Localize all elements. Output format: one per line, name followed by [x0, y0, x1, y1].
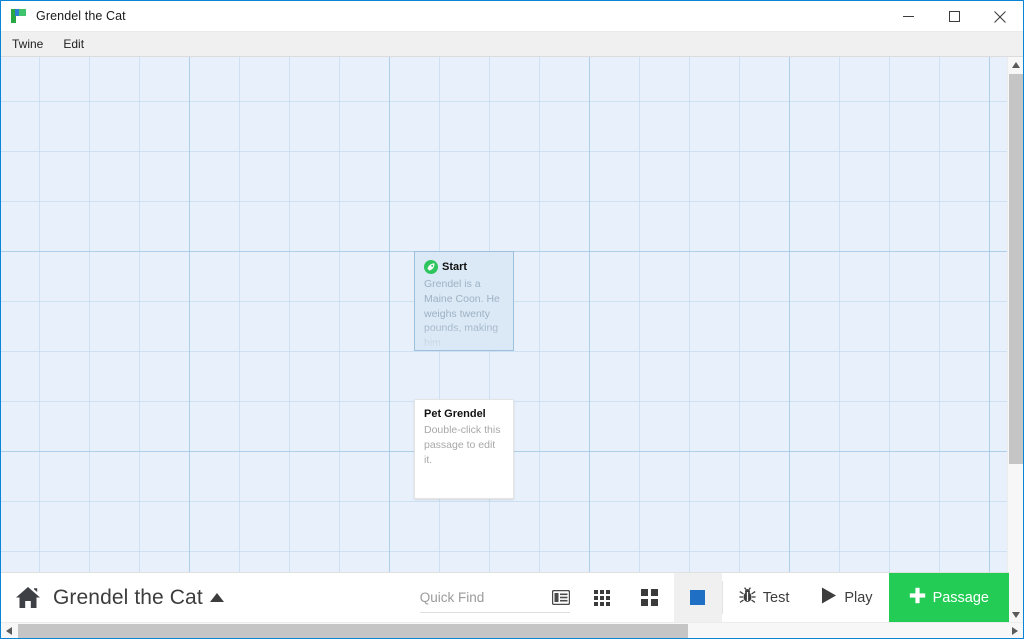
passage-excerpt: Grendel is a Maine Coon. He weighs twent… — [424, 278, 500, 350]
passage-header: Pet Grendel — [424, 408, 504, 420]
horizontal-scrollbar[interactable] — [1, 622, 1023, 638]
close-button[interactable] — [977, 1, 1023, 32]
scroll-left-icon[interactable] — [1, 623, 17, 638]
home-icon[interactable] — [15, 586, 41, 609]
passage-header: Start — [424, 260, 504, 274]
grid-3x3-icon — [593, 589, 610, 606]
menu-bar: Twine Edit — [1, 32, 1023, 57]
zoom-medium-icon[interactable] — [626, 573, 674, 622]
quick-find-group — [419, 583, 570, 613]
zoom-small-icon[interactable] — [578, 573, 626, 622]
story-title-text: Grendel the Cat — [53, 585, 203, 609]
square-solid-icon — [690, 590, 706, 605]
caret-up-icon — [209, 593, 224, 603]
bug-icon — [739, 587, 756, 608]
add-passage-button[interactable]: Passage — [888, 573, 1009, 622]
vertical-scroll-thumb[interactable] — [1009, 74, 1023, 464]
menu-item-twine[interactable]: Twine — [3, 34, 52, 54]
horizontal-scroll-thumb[interactable] — [18, 624, 688, 638]
story-map-canvas[interactable]: Start Grendel is a Maine Coon. He weighs… — [1, 57, 1009, 576]
passage-title: Pet Grendel — [424, 408, 486, 420]
plus-icon — [909, 587, 926, 608]
add-passage-label: Passage — [932, 589, 989, 606]
play-button[interactable]: Play — [805, 573, 888, 622]
scroll-up-icon[interactable] — [1008, 57, 1023, 73]
play-icon — [821, 587, 837, 608]
play-button-label: Play — [844, 589, 873, 606]
quick-find-input[interactable] — [419, 589, 530, 605]
story-title-menu[interactable]: Grendel the Cat — [53, 586, 224, 610]
zoom-large-icon[interactable] — [673, 573, 722, 622]
test-button-label: Test — [762, 589, 790, 606]
title-bar: Grendel the Cat — [1, 1, 1023, 32]
scroll-down-icon[interactable] — [1008, 607, 1023, 623]
passage-card-start[interactable]: Start Grendel is a Maine Coon. He weighs… — [414, 251, 514, 351]
story-details-icon[interactable] — [551, 589, 570, 605]
passage-title: Start — [442, 261, 468, 273]
excerpt-fade — [415, 472, 513, 498]
maximize-button[interactable] — [931, 1, 977, 32]
scroll-right-icon[interactable] — [1007, 623, 1023, 638]
passage-excerpt: Double-click this passage to edit it. — [424, 424, 501, 466]
vertical-scrollbar[interactable] — [1007, 57, 1023, 623]
passage-card-pet-grendel[interactable]: Pet Grendel Double-click this passage to… — [414, 399, 514, 499]
toolbar-left-group: Grendel the Cat — [1, 573, 224, 622]
window-title: Grendel the Cat — [36, 9, 126, 23]
twine-flag-icon — [10, 7, 28, 25]
grid-2x2-icon — [641, 589, 659, 606]
menu-item-edit[interactable]: Edit — [54, 34, 93, 54]
bottom-toolbar: Grendel the Cat Quick Find Test Play Pas… — [1, 572, 1009, 622]
start-rocket-icon — [424, 260, 438, 274]
twine-app-window: Grendel the Cat Twine Edit Start Grendel… — [0, 0, 1024, 639]
window-controls — [885, 1, 1023, 32]
minimize-button[interactable] — [885, 1, 931, 32]
test-button[interactable]: Test — [723, 573, 806, 622]
